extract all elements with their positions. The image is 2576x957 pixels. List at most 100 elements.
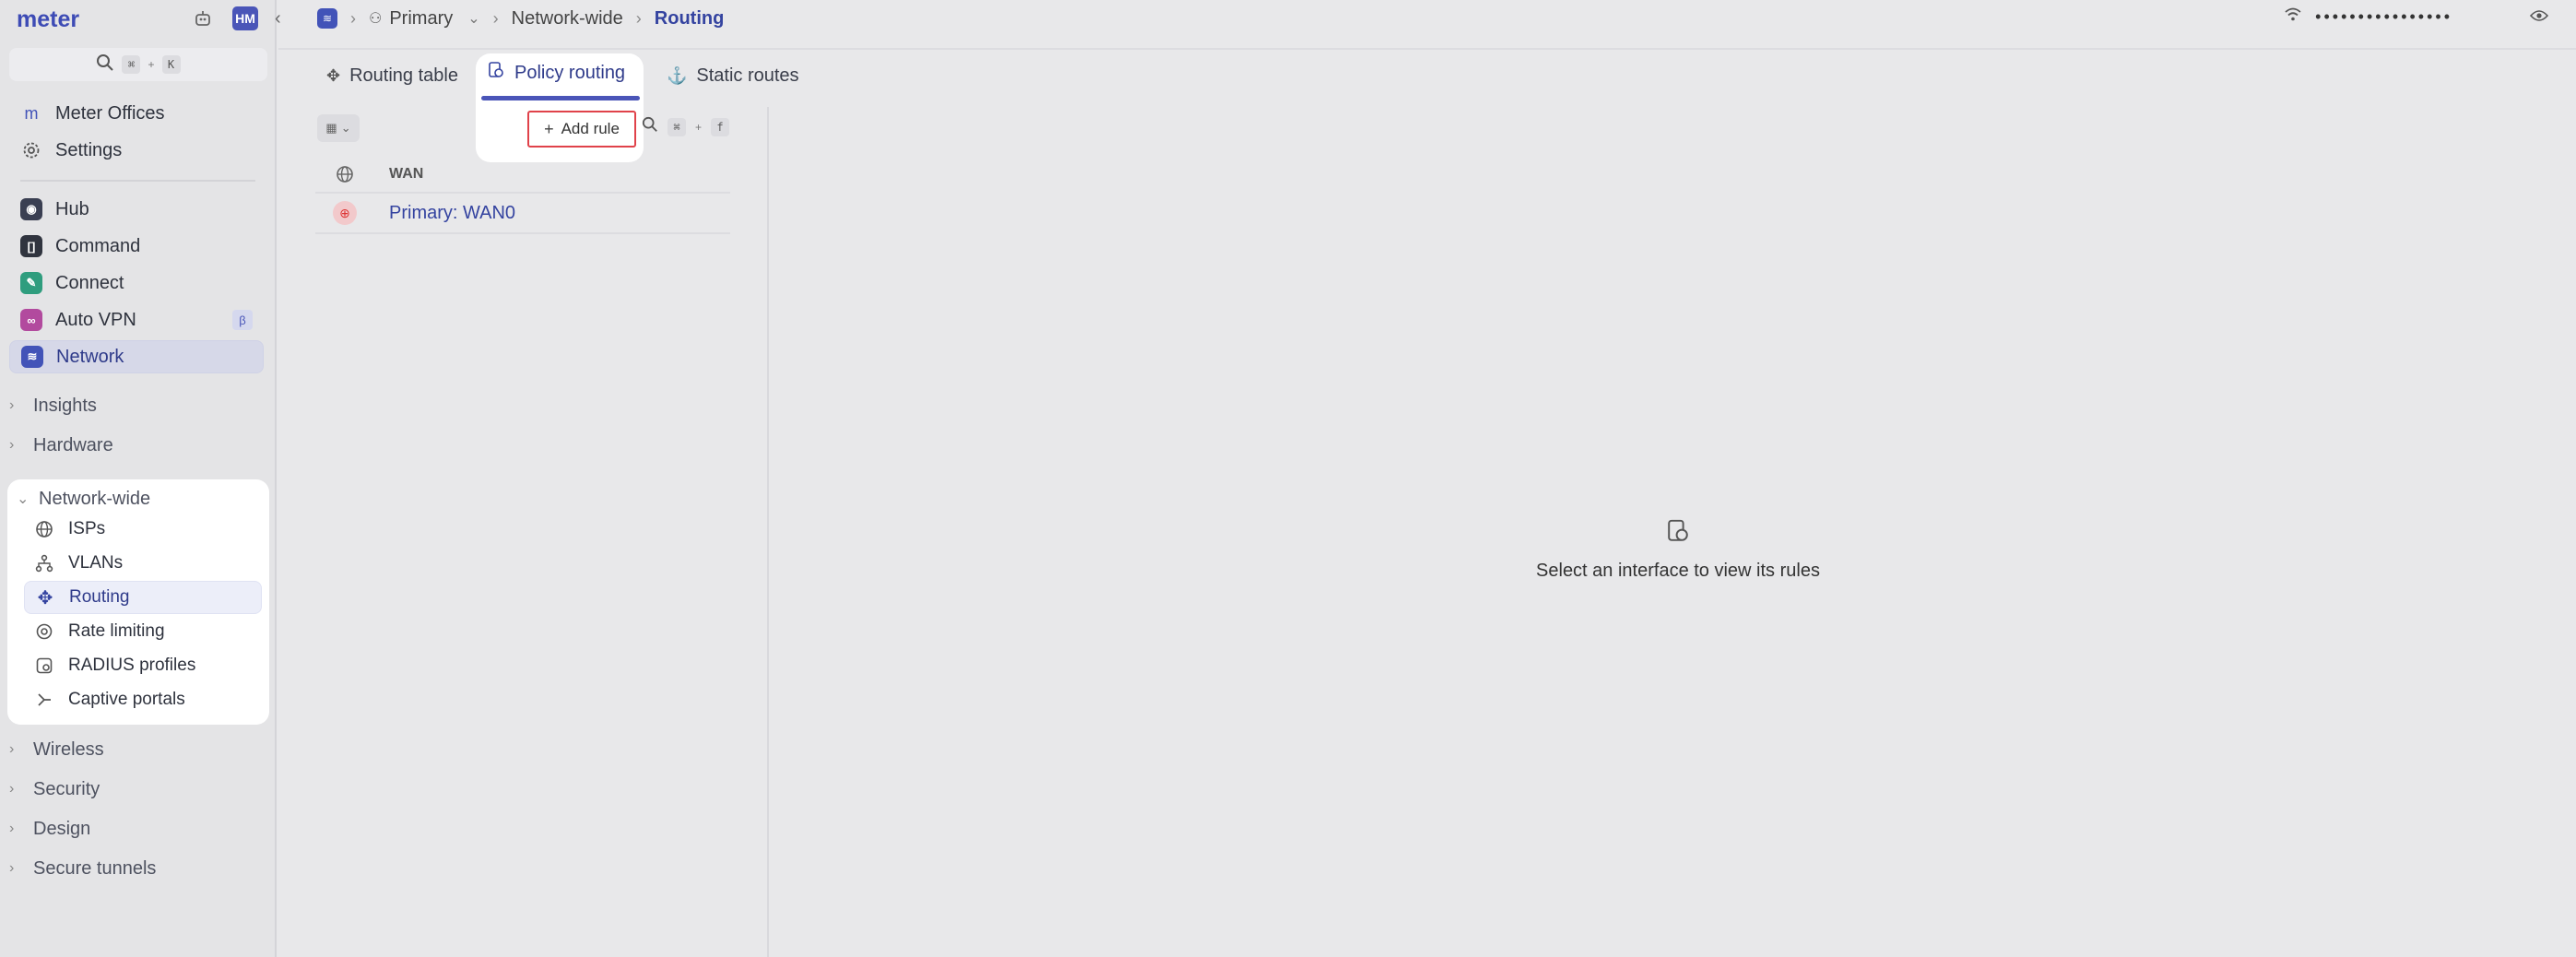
column-settings-button[interactable]: ▦ ⌄ xyxy=(317,114,360,142)
connect-icon: ✎ xyxy=(20,272,42,294)
status-indicator: ⊕ xyxy=(315,201,374,225)
breadcrumb-network-select[interactable]: ⚇ Primary ⌄ xyxy=(369,8,480,30)
org-icon: m xyxy=(24,103,39,123)
sidebar-item-network[interactable]: ≋ Network xyxy=(9,340,264,373)
active-tab-indicator xyxy=(481,96,640,100)
globe-icon xyxy=(33,520,55,538)
chevron-right-icon: › xyxy=(9,821,15,836)
section-hardware[interactable]: › Hardware xyxy=(9,431,113,459)
sidebar-item-auto-vpn[interactable]: ∞ Auto VPN β xyxy=(9,303,264,337)
meter-logo[interactable]: meter xyxy=(17,6,79,33)
chevron-right-icon: › xyxy=(9,781,15,797)
chevron-right-icon: › xyxy=(9,860,15,876)
network-icon: ≋ xyxy=(21,346,43,368)
tab-policy-routing[interactable]: Policy routing xyxy=(487,61,625,85)
bot-icon[interactable] xyxy=(190,6,216,31)
topbar-divider xyxy=(278,48,2576,50)
empty-state-message: Select an interface to view its rules xyxy=(1536,561,1820,581)
sidebar-item-label: Captive portals xyxy=(68,690,185,709)
sidebar-item-label: VLANs xyxy=(68,553,124,573)
shortcut-key-cmd: ⌘ xyxy=(122,55,141,74)
status-offline-icon: ⊕ xyxy=(333,201,357,225)
sidebar-item-label: Routing xyxy=(69,587,130,607)
sidebar-item-label: Network xyxy=(56,346,124,367)
table-icon: ▦ xyxy=(325,121,337,135)
wifi-icon xyxy=(2284,7,2302,27)
search-icon xyxy=(642,116,658,137)
sidebar-item-command[interactable]: [] Command xyxy=(9,230,264,263)
sidebar-item-isps[interactable]: ISPs xyxy=(24,513,262,546)
routing-icon: ✥ xyxy=(37,587,53,608)
user-icon: ⚇ xyxy=(369,11,383,27)
shortcut-plus: + xyxy=(148,58,155,71)
chevron-right-icon: › xyxy=(9,741,15,757)
sidebar-item-label: Connect xyxy=(55,272,124,293)
policy-document-icon xyxy=(487,61,505,85)
breadcrumb-separator-icon: › xyxy=(350,8,356,28)
wifi-password-mask: •••••••••••••••• xyxy=(2315,7,2452,26)
table-header: WAN xyxy=(315,157,730,194)
sidebar-item-label: Settings xyxy=(55,139,123,160)
sidebar-item-vlans[interactable]: VLANs xyxy=(24,547,262,580)
autovpn-icon: ∞ xyxy=(20,309,42,331)
brand-row: meter xyxy=(17,6,79,33)
chevron-right-icon: › xyxy=(9,437,15,453)
tab-label: Policy routing xyxy=(514,62,626,83)
hub-icon: ◉ xyxy=(20,198,42,220)
table-row[interactable]: ⊕ Primary: WAN0 xyxy=(315,194,730,234)
sidebar: meter HM ‹ ⌘ + K m Meter Offices Setting… xyxy=(0,0,281,957)
sidebar-item-routing[interactable]: ✥ Routing xyxy=(24,581,262,614)
wan-interface-link[interactable]: Primary: WAN0 xyxy=(389,203,515,224)
sidebar-item-connect[interactable]: ✎ Connect xyxy=(9,266,264,300)
section-label: Hardware xyxy=(33,434,113,455)
section-wireless[interactable]: › Wireless xyxy=(9,736,104,763)
sidebar-item-label: ISPs xyxy=(68,519,106,538)
sidebar-item-settings[interactable]: Settings xyxy=(9,134,264,167)
section-design[interactable]: › Design xyxy=(9,815,90,843)
table-search[interactable]: ⌘ + f xyxy=(642,116,730,137)
sidebar-search[interactable]: ⌘ + K xyxy=(9,48,267,81)
sidebar-item-captive-portals[interactable]: Captive portals xyxy=(24,683,262,716)
section-label: Network-wide xyxy=(39,488,151,509)
sidebar-item-label: Rate limiting xyxy=(68,621,165,641)
shortcut-key-k: K xyxy=(161,55,181,74)
breadcrumb-section[interactable]: Network-wide xyxy=(512,8,623,30)
gear-icon xyxy=(20,141,42,160)
section-label: Security xyxy=(33,778,100,799)
shortcut-key-f: f xyxy=(711,117,730,136)
section-security[interactable]: › Security xyxy=(9,775,100,803)
sidebar-item-label: Meter Offices xyxy=(55,102,165,124)
tab-label: Routing table xyxy=(349,65,458,86)
routing-icon: ✥ xyxy=(326,65,341,85)
tab-static-routes[interactable]: ⚓ Static routes xyxy=(654,55,812,96)
captive-portal-icon xyxy=(33,691,55,709)
section-label: Wireless xyxy=(33,738,104,760)
topbar: ≋ › ⚇ Primary ⌄ › Network-wide › Routing… xyxy=(278,0,2576,37)
sidebar-item-hub[interactable]: ◉ Hub xyxy=(9,193,264,226)
rate-limit-icon xyxy=(33,622,55,641)
column-header-wan[interactable]: WAN xyxy=(389,166,423,183)
breadcrumb: ≋ › ⚇ Primary ⌄ › Network-wide › Routing xyxy=(278,8,724,30)
network-wide-group: ⌄ Network-wide ISPs VLANs ✥ Routing Rate… xyxy=(7,479,269,725)
beta-badge: β xyxy=(232,310,253,330)
tab-routing-table[interactable]: ✥ Routing table xyxy=(313,55,471,96)
section-label: Design xyxy=(33,818,91,839)
section-label: Secure tunnels xyxy=(33,857,157,879)
section-network-wide[interactable]: ⌄ Network-wide xyxy=(17,485,150,513)
sidebar-item-label: Auto VPN xyxy=(55,309,136,330)
command-icon: [] xyxy=(20,235,42,257)
sidebar-item-rate-limiting[interactable]: Rate limiting xyxy=(24,615,262,648)
chevron-right-icon: › xyxy=(9,397,15,413)
anchor-icon: ⚓ xyxy=(666,65,688,85)
breadcrumb-separator-icon: › xyxy=(492,8,499,28)
avatar[interactable]: HM xyxy=(232,6,258,30)
chevron-down-icon: ⌄ xyxy=(17,491,30,507)
policy-document-icon xyxy=(1475,518,1881,555)
section-label: Insights xyxy=(33,395,97,416)
section-secure-tunnels[interactable]: › Secure tunnels xyxy=(9,855,156,882)
sidebar-item-radius-profiles[interactable]: RADIUS profiles xyxy=(24,649,262,682)
eye-icon[interactable] xyxy=(2529,7,2549,27)
sidebar-item-meter-offices[interactable]: m Meter Offices xyxy=(9,97,264,130)
network-icon[interactable]: ≋ xyxy=(317,8,337,29)
section-insights[interactable]: › Insights xyxy=(9,392,97,419)
